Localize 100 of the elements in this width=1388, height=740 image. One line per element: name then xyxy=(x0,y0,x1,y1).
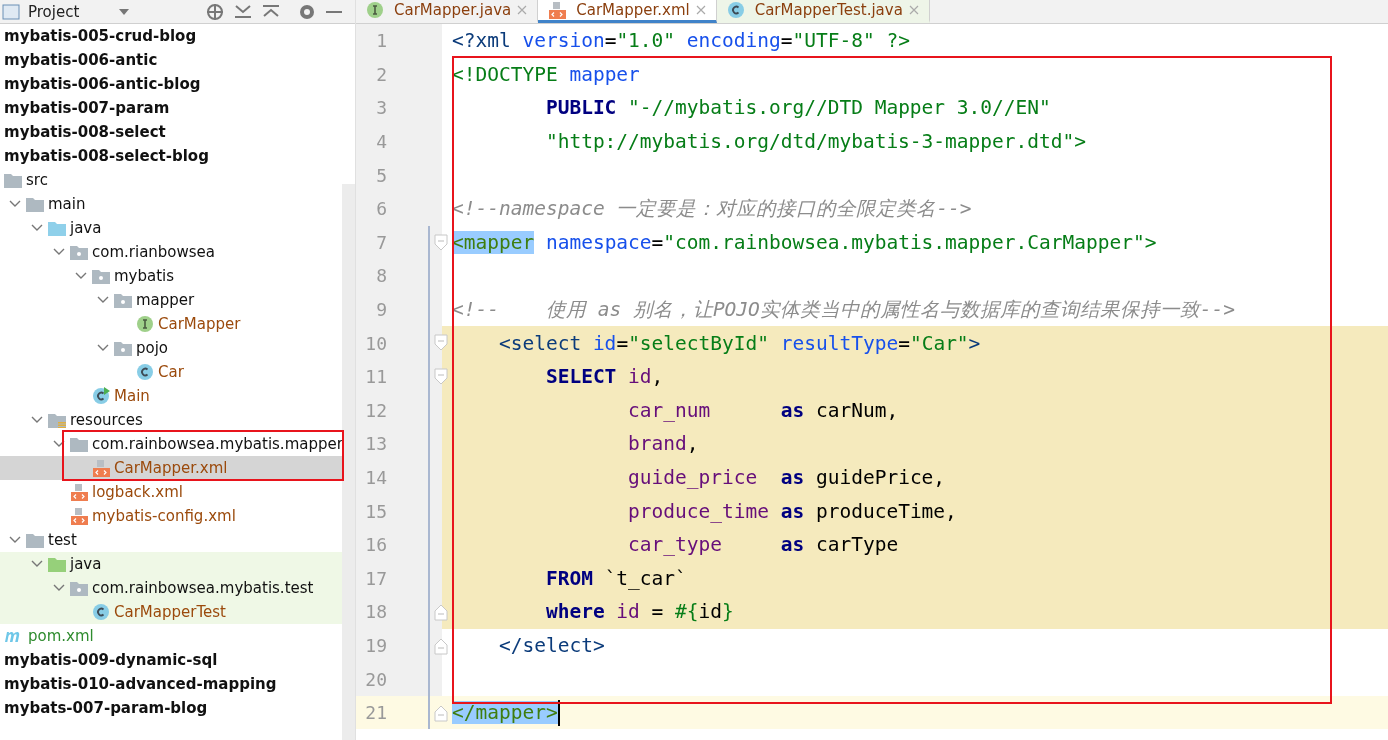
tree-row[interactable]: CarMapper.xml xyxy=(0,456,342,480)
interface-icon xyxy=(136,315,154,333)
tree-row[interactable]: com.rainbowsea.mybatis.mapper xyxy=(0,432,342,456)
folder-icon xyxy=(70,436,88,452)
close-icon[interactable] xyxy=(908,5,919,15)
package-icon xyxy=(114,340,132,356)
line-number: 3 xyxy=(375,97,387,119)
line-number: 12 xyxy=(364,399,387,421)
class-icon xyxy=(92,603,110,621)
code-line: <!-- 使用 as 别名，让POJO实体类当中的属性名与数据库的查询结果保持一致--> xyxy=(452,297,1236,324)
tree-row[interactable]: mybatis-config.xml xyxy=(0,504,342,528)
tree-row[interactable]: logback.xml xyxy=(0,480,342,504)
tree-row[interactable]: CarMapper xyxy=(0,312,342,336)
xml-file-icon xyxy=(92,459,110,477)
code-line: SELECT id, xyxy=(544,365,664,389)
tree-row[interactable]: mybats-007-param-blog xyxy=(0,696,342,720)
tree-row[interactable]: mybatis-010-advanced-mapping xyxy=(0,672,342,696)
tree-row[interactable]: pom.xml xyxy=(0,624,342,648)
tree-row[interactable]: mapper xyxy=(0,288,342,312)
xml-file-icon xyxy=(548,1,567,19)
fold-marker-icon[interactable] xyxy=(434,233,448,252)
code-line: <mapper namespace="com.rainbowsea.mybatis.mapper.CarMapper"> xyxy=(452,230,1157,254)
close-icon[interactable] xyxy=(695,5,706,15)
tree-row[interactable]: com.rainbowsea.mybatis.test xyxy=(0,576,342,600)
tree-row[interactable]: CarMapperTest xyxy=(0,600,342,624)
folder-icon xyxy=(26,532,44,548)
fold-marker-icon[interactable] xyxy=(434,636,448,655)
code-line: <!DOCTYPE mapper xyxy=(452,62,640,86)
editor-tab[interactable]: CarMapperTest.java xyxy=(716,0,930,23)
fold-marker-icon[interactable] xyxy=(434,367,448,386)
tree-row[interactable]: resources xyxy=(0,408,342,432)
code-line: guide_price as guidePrice, xyxy=(627,466,946,489)
tree-row[interactable]: Main xyxy=(0,384,342,408)
code-line: PUBLIC "-//mybatis.org//DTD Mapper 3.0//EN" xyxy=(544,96,1051,120)
tree-row[interactable]: java xyxy=(0,216,342,240)
expand-all-icon[interactable] xyxy=(233,3,254,20)
line-number: 2 xyxy=(375,63,387,85)
fold-marker-icon[interactable] xyxy=(434,603,448,622)
class-icon xyxy=(726,1,745,19)
tree-row[interactable]: src xyxy=(0,168,342,192)
code-line: brand, xyxy=(627,432,699,456)
class-icon xyxy=(92,387,110,405)
scrollbar-track[interactable] xyxy=(342,184,355,740)
xml-file-icon xyxy=(70,483,88,501)
line-number: 6 xyxy=(375,198,387,220)
code-line: car_num as carNum, xyxy=(627,398,899,422)
editor-tab[interactable]: CarMapper.xml xyxy=(538,0,717,23)
target-icon[interactable] xyxy=(205,1,226,22)
code-line: </select> xyxy=(497,634,605,657)
code-line: <select id="selectById" resultType="Car"> xyxy=(497,331,981,355)
line-number: 11 xyxy=(364,366,387,388)
line-number: 5 xyxy=(375,164,387,186)
code-line: produce_time as produceTime, xyxy=(627,499,957,523)
tree-row[interactable]: mybatis-008-select-blog xyxy=(0,144,342,168)
line-number: 10 xyxy=(364,332,387,354)
line-number: 8 xyxy=(375,265,387,287)
tree-row[interactable]: mybatis-005-crud-blog xyxy=(0,24,342,48)
tree-row[interactable]: mybatis xyxy=(0,264,342,288)
line-number: 20 xyxy=(364,668,387,690)
fold-marker-icon[interactable] xyxy=(434,703,448,722)
panel-icon xyxy=(2,3,20,20)
tree-row[interactable]: mybatis-006-antic-blog xyxy=(0,72,342,96)
line-number: 17 xyxy=(364,567,387,589)
line-number: 1 xyxy=(375,30,387,52)
line-number: 9 xyxy=(375,299,387,321)
fold-marker-icon[interactable] xyxy=(434,334,448,353)
tree-row[interactable]: main xyxy=(0,192,342,216)
tree-row[interactable]: java xyxy=(0,552,342,576)
collapse-all-icon[interactable] xyxy=(261,3,282,20)
folder-icon xyxy=(48,412,66,428)
tree-row[interactable]: pojo xyxy=(0,336,342,360)
tree-row[interactable]: test xyxy=(0,528,342,552)
folder-icon xyxy=(48,220,66,236)
tree-row[interactable]: mybatis-008-select xyxy=(0,120,342,144)
line-number: 21 xyxy=(364,702,387,724)
code-line: FROM `t_car` xyxy=(544,566,687,590)
tree-row[interactable]: Car xyxy=(0,360,342,384)
line-number: 16 xyxy=(364,534,387,556)
folder-icon xyxy=(26,196,44,212)
tree-row[interactable]: mybatis-007-param xyxy=(0,96,342,120)
package-icon xyxy=(114,292,132,308)
line-number: 15 xyxy=(364,500,387,522)
code-line: <!--namespace 一定要是：对应的接口的全限定类名--> xyxy=(452,196,972,223)
line-number: 7 xyxy=(375,231,387,253)
close-icon[interactable] xyxy=(517,5,528,15)
package-icon xyxy=(70,580,88,596)
code-line: where id = #{id} xyxy=(544,600,734,624)
line-number: 14 xyxy=(364,467,387,488)
caret-icon[interactable] xyxy=(117,6,132,17)
line-number: 19 xyxy=(364,635,387,656)
panel-title[interactable]: Project xyxy=(28,2,80,21)
folder-icon xyxy=(4,172,22,188)
interface-icon xyxy=(366,1,384,19)
code-line: <?xml version="1.0" encoding="UTF-8" ?> xyxy=(452,29,910,53)
package-icon xyxy=(70,244,88,260)
line-number: 18 xyxy=(364,601,387,623)
tree-row[interactable]: mybatis-006-antic xyxy=(0,48,342,72)
tree-row[interactable]: com.rianbowsea xyxy=(0,240,342,264)
package-icon xyxy=(92,268,110,284)
tree-row[interactable]: mybatis-009-dynamic-sql xyxy=(0,648,342,672)
